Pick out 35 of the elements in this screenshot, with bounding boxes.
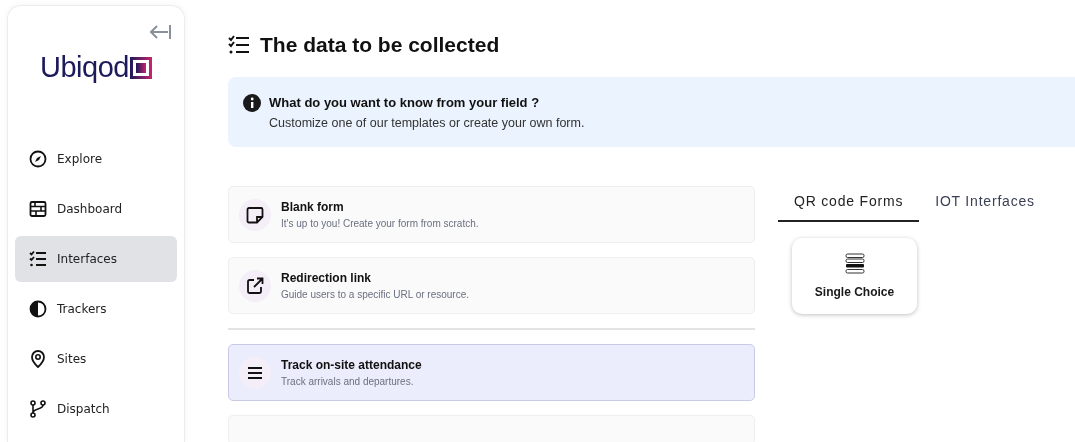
checklist-icon (29, 250, 47, 268)
nav-item[interactable]: Interfaces (15, 236, 177, 282)
branch-icon (29, 400, 47, 418)
checklist-icon (228, 35, 250, 55)
template-card[interactable]: Track on-site attendance Track arrivals and departures. (228, 344, 755, 401)
location-pin-icon (29, 350, 47, 368)
info-title: What do you want to know from your field ? (269, 95, 541, 110)
nav-item[interactable]: Dashboard (15, 186, 177, 232)
info-text: Customize one of our templates or create your own form. (269, 116, 585, 130)
info-icon (243, 94, 261, 112)
card-title: Redirection link (281, 271, 373, 285)
card-description: It's up to you! Create your form from scratch. (281, 218, 479, 229)
external-link-icon (246, 276, 264, 295)
collapse-icon[interactable] (148, 23, 172, 41)
tab[interactable]: QR code Forms (778, 186, 920, 222)
tab[interactable]: IOT Interfaces (919, 186, 1051, 222)
page-title: The data to be collected (260, 33, 500, 57)
nav-item[interactable]: Sites (15, 336, 177, 382)
single-choice-icon (844, 253, 865, 275)
grid-icon (29, 200, 47, 218)
compass-icon (29, 150, 47, 168)
template-card[interactable]: Redirection link Guide users to a specific URL or resource. (228, 257, 755, 314)
template-card[interactable]: Blank form It's up to you! Create your form from scratch. (228, 186, 755, 243)
nav-item[interactable]: Explore (15, 136, 177, 182)
card-title: Blank form (281, 200, 345, 214)
note-icon (246, 205, 264, 224)
nav-item[interactable]: Dispatch (15, 386, 177, 432)
card-title: Track on-site attendance (281, 358, 422, 372)
card-description: Track arrivals and departures. (281, 376, 415, 387)
logo: Ubiqod (40, 51, 129, 84)
nav-item[interactable]: Trackers (15, 286, 177, 332)
card-description: Guide users to a specific URL or resource. (281, 289, 470, 300)
half-circle-icon (29, 300, 47, 318)
form-type-card[interactable]: Single Choice (792, 238, 917, 314)
logo-icon (129, 56, 152, 79)
